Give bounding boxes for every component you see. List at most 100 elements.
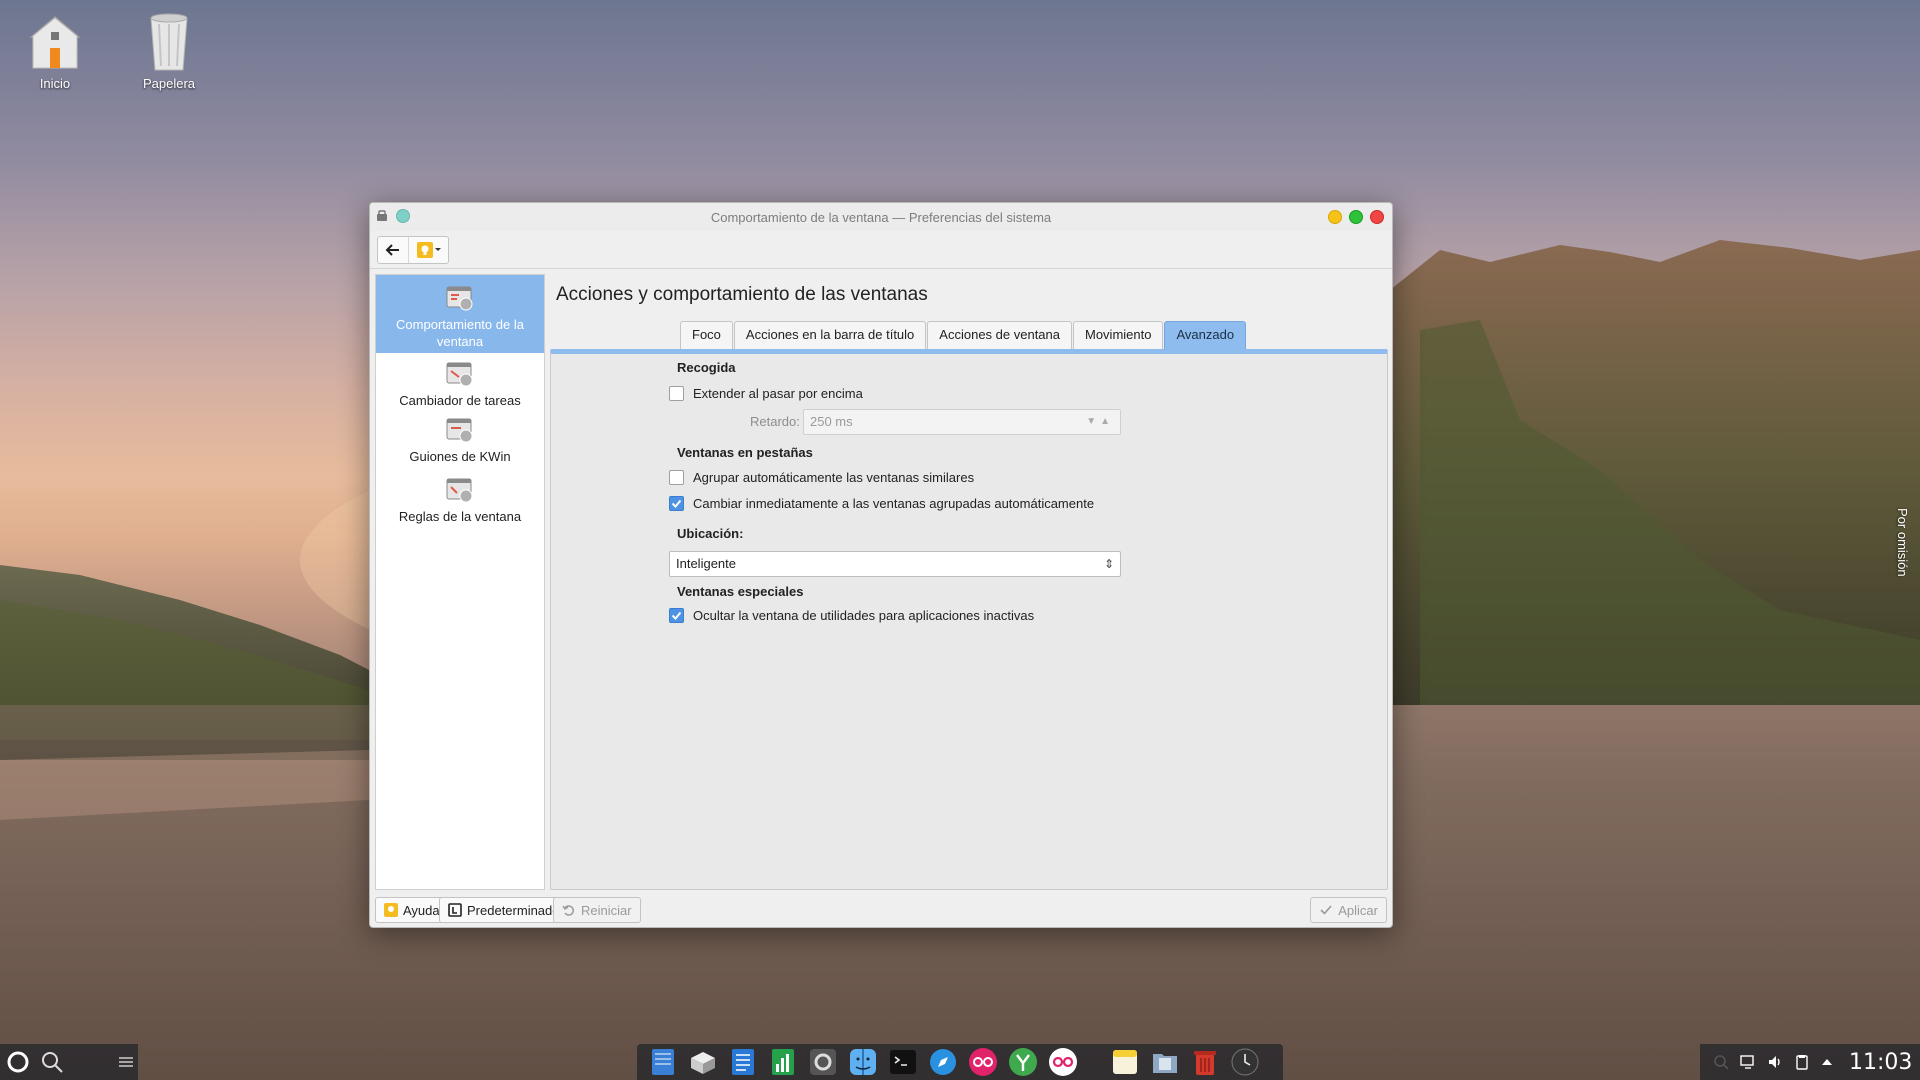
green-app-icon[interactable] (1007, 1046, 1039, 1078)
flickr-app-icon[interactable] (967, 1046, 999, 1078)
checkmark-icon (671, 611, 682, 620)
spreadsheet-app-icon[interactable] (767, 1046, 799, 1078)
desktop-icon-home[interactable]: Inicio (7, 8, 103, 91)
sidebar: Comportamiento de la ventana Cambiador d… (375, 274, 545, 890)
search-icon[interactable] (40, 1050, 64, 1074)
sidebar-item-window-behavior[interactable]: Comportamiento de la ventana (376, 275, 544, 353)
window-toolbar (370, 231, 1392, 269)
apply-button-label: Aplicar (1338, 902, 1378, 918)
dock (637, 1044, 1283, 1080)
finder-app-icon[interactable] (847, 1046, 879, 1078)
chevron-up-icon[interactable] (1820, 1055, 1834, 1069)
delay-spinbox[interactable]: 250 ms ▼▲ (803, 409, 1121, 435)
placement-value: Inteligente (676, 556, 736, 571)
group-auto-row[interactable]: Agrupar automáticamente las ventanas sim… (669, 470, 974, 485)
notes-app-icon[interactable] (647, 1046, 679, 1078)
main-content: Acciones y comportamiento de las ventana… (550, 274, 1388, 890)
reset-button[interactable]: Reiniciar (553, 897, 641, 923)
updown-chevron-icon: ⇕ (1103, 557, 1114, 571)
clock-app-icon[interactable] (1229, 1046, 1261, 1078)
task-switcher-icon (446, 362, 473, 387)
extend-hover-row[interactable]: Extender al pasar por encima (669, 386, 863, 401)
switch-grouped-checkbox[interactable] (669, 496, 684, 511)
lightbulb-icon (416, 242, 441, 258)
help-button-label: Ayuda (403, 902, 440, 918)
group-auto-label: Agrupar automáticamente las ventanas sim… (693, 470, 975, 485)
minimize-button[interactable] (1328, 210, 1342, 224)
arrow-left-icon (385, 244, 399, 256)
sidebar-item-kwin-scripts[interactable]: Guiones de KWin (376, 413, 544, 473)
sidebar-item-label: Guiones de KWin (409, 449, 511, 464)
terminal-app-icon[interactable] (887, 1046, 919, 1078)
sidebar-item-label: Cambiador de tareas (399, 393, 521, 408)
apply-button[interactable]: Aplicar (1310, 897, 1387, 923)
section-recogida: Recogida (677, 360, 736, 375)
switch-grouped-label: Cambiar inmediatamente a las ventanas ag… (693, 496, 1095, 511)
desktop-icon-label: Inicio (39, 76, 71, 91)
tab-advanced[interactable]: Avanzado (1164, 321, 1247, 349)
hide-utility-row[interactable]: Ocultar la ventana de utilidades para ap… (669, 608, 1034, 623)
checkmark-icon (1320, 905, 1332, 915)
browser-app-icon[interactable] (927, 1046, 959, 1078)
network-icon[interactable] (1739, 1053, 1757, 1071)
sidebar-item-window-rules[interactable]: Reglas de la ventana (376, 473, 544, 533)
sticky-notes-icon[interactable] (1109, 1046, 1141, 1078)
trash-icon (150, 13, 188, 71)
documents-folder-icon[interactable] (1149, 1046, 1181, 1078)
sidebar-item-label: Comportamiento de la ventana (396, 317, 524, 349)
extend-hover-checkbox[interactable] (669, 386, 684, 401)
photo-app-icon[interactable] (1047, 1046, 1079, 1078)
group-auto-checkbox[interactable] (669, 470, 684, 485)
system-settings-window: Comportamiento de la ventana — Preferenc… (369, 202, 1393, 928)
advanced-panel: Recogida Extender al pasar por encima Re… (550, 349, 1388, 890)
extend-hover-label: Extender al pasar por encima (693, 386, 863, 401)
window-behavior-icon (446, 286, 473, 311)
tab-movement[interactable]: Movimiento (1073, 321, 1164, 349)
tab-focus[interactable]: Foco (680, 321, 733, 349)
desktop-icon-label: Papelera (142, 76, 196, 91)
window-title: Comportamiento de la ventana — Preferenc… (710, 210, 1052, 225)
menu-lines-icon[interactable] (116, 1052, 136, 1072)
tab-titlebar-actions[interactable]: Acciones en la barra de título (733, 321, 927, 349)
checkmark-icon (671, 499, 682, 508)
defaults-button-label: Predeterminados (467, 902, 566, 918)
window-rules-icon (446, 478, 473, 503)
switch-grouped-row[interactable]: Cambiar inmediatamente a las ventanas ag… (669, 496, 1094, 511)
reset-button-label: Reiniciar (581, 902, 632, 918)
sidebar-item-label: Reglas de la ventana (398, 509, 522, 524)
section-special: Ventanas especiales (677, 584, 804, 599)
writer-app-icon[interactable] (727, 1046, 759, 1078)
help-menu-button[interactable] (408, 237, 448, 263)
window-footer: Ayuda Predeterminados Reiniciar Aplicar (370, 889, 1392, 927)
launcher-panel (0, 1044, 138, 1080)
window-titlebar[interactable]: Comportamiento de la ventana — Preferenc… (370, 203, 1392, 231)
search-tray-icon[interactable] (1712, 1053, 1730, 1071)
clock[interactable]: 11:03 (1849, 1050, 1912, 1075)
section-placement: Ubicación: (677, 526, 744, 541)
volume-icon[interactable] (1766, 1053, 1784, 1071)
hide-utility-checkbox[interactable] (669, 608, 684, 623)
app-menu-icon[interactable] (6, 1050, 30, 1074)
desktop-edge-label[interactable]: Por omisión (1895, 508, 1910, 577)
system-settings-icon[interactable] (807, 1046, 839, 1078)
tab-window-actions[interactable]: Acciones de ventana (927, 321, 1072, 349)
sidebar-item-task-switcher[interactable]: Cambiador de tareas (376, 353, 544, 413)
delay-value: 250 ms (810, 414, 853, 429)
tab-bar: Foco Acciones en la barra de título Acci… (680, 321, 1247, 349)
back-button[interactable] (378, 237, 408, 263)
close-button[interactable] (1370, 210, 1384, 224)
home-folder-icon (29, 16, 81, 69)
clipboard-icon[interactable] (1793, 1053, 1811, 1071)
desktop-icon-trash[interactable]: Papelera (121, 8, 217, 91)
delay-label: Retardo: (750, 414, 800, 429)
page-title: Acciones y comportamiento de las ventana… (556, 284, 928, 305)
package-installer-icon[interactable] (687, 1046, 719, 1078)
kwin-scripts-icon (446, 418, 473, 443)
system-tray: 11:03 (1700, 1044, 1920, 1080)
placement-combobox[interactable]: Inteligente ⇕ (669, 551, 1121, 577)
trash-dock-icon[interactable] (1189, 1046, 1221, 1078)
help-button[interactable]: Ayuda (375, 897, 449, 923)
spin-arrows-icon[interactable]: ▼▲ (1086, 410, 1114, 434)
maximize-button[interactable] (1349, 210, 1363, 224)
hide-utility-label: Ocultar la ventana de utilidades para ap… (693, 608, 1035, 623)
